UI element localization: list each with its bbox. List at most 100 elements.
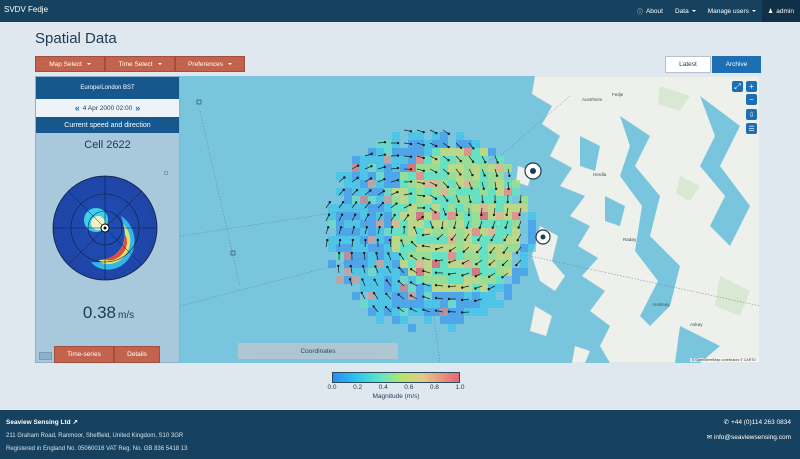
- velocity-cell: [480, 204, 488, 212]
- zoom-in-button[interactable]: +: [746, 81, 757, 92]
- map-attribution[interactable]: © OpenStreetMap contributors © CARTO: [689, 358, 758, 362]
- nav-user-menu[interactable]: ♟ admin: [761, 0, 800, 22]
- velocity-cell: [512, 212, 520, 220]
- velocity-cell: [368, 180, 376, 188]
- colorbar-ticks: 0.0 0.2 0.4 0.6 0.8 1.0: [327, 383, 464, 393]
- layers-icon[interactable]: ☰: [746, 123, 757, 134]
- velocity-arrow-head: [515, 251, 519, 254]
- velocity-arrow-head: [398, 253, 402, 256]
- velocity-cell: [344, 228, 352, 236]
- next-time-icon[interactable]: »: [132, 103, 143, 113]
- velocity-cell: [432, 188, 440, 196]
- latest-button[interactable]: Latest: [665, 56, 711, 73]
- velocity-cell: [424, 244, 432, 252]
- velocity-cell: [472, 140, 480, 148]
- velocity-cell: [408, 300, 416, 308]
- nav-items: ⓘ About Data Manage users ♟ admin: [631, 0, 800, 22]
- velocity-arrow-head: [481, 200, 484, 204]
- download-icon[interactable]: ⇩: [746, 109, 757, 120]
- velocity-cell: [400, 156, 408, 164]
- velocity-cell: [432, 148, 440, 156]
- velocity-cell: [400, 180, 408, 188]
- colorbar-gradient: [332, 372, 460, 383]
- velocity-cell: [392, 276, 400, 284]
- preferences-label: Preferences: [187, 60, 224, 68]
- velocity-cell: [424, 212, 432, 220]
- velocity-cell: [488, 300, 496, 308]
- velocity-cell: [440, 260, 448, 268]
- velocity-cell: [480, 148, 488, 156]
- app-brand[interactable]: SVDV Fedje: [4, 5, 48, 14]
- velocity-cell: [400, 284, 408, 292]
- velocity-field: [328, 132, 536, 332]
- info-panel: Europe/London BST « 4 Apr 2000 02:00 » C…: [35, 76, 180, 363]
- velocity-arrow-head: [459, 146, 463, 150]
- footer-email[interactable]: ✉ info@seaviewsensing.com: [707, 433, 791, 441]
- velocity-cell: [344, 212, 352, 220]
- velocity-cell: [520, 268, 528, 276]
- velocity-arrow-head: [409, 281, 413, 284]
- velocity-cell: [352, 268, 360, 276]
- footer-company[interactable]: Seaview Sensing Ltd ↗: [6, 418, 78, 426]
- velocity-arrow-head: [435, 157, 438, 161]
- radar-station-north[interactable]: [524, 162, 542, 180]
- velocity-cell: [408, 188, 416, 196]
- velocity-arrow-head: [367, 213, 370, 217]
- timeseries-button[interactable]: Time-series: [54, 346, 114, 363]
- velocity-arrow-head: [447, 285, 451, 288]
- velocity-arrow-head: [496, 161, 499, 164]
- velocity-arrow-head: [382, 189, 386, 193]
- nav-data-label: Data: [674, 7, 689, 15]
- velocity-arrow-head: [360, 291, 363, 295]
- archive-button[interactable]: Archive: [712, 56, 761, 73]
- velocity-cell: [472, 164, 480, 172]
- velocity-arrow-head: [434, 197, 438, 200]
- radar-station-south[interactable]: [535, 229, 551, 245]
- navbar: SVDV Fedje ⓘ About Data Manage users ♟ a…: [0, 0, 800, 22]
- velocity-cell: [456, 172, 464, 180]
- velocity-cell: [384, 212, 392, 220]
- velocity-arrow-head: [434, 284, 438, 287]
- time-select-dropdown[interactable]: Time Select: [105, 56, 175, 72]
- velocity-arrow-head: [446, 199, 449, 202]
- nav-data-dropdown[interactable]: Data: [669, 0, 702, 22]
- map-select-dropdown[interactable]: Map Select: [35, 56, 105, 72]
- velocity-arrow-head: [339, 226, 343, 229]
- velocity-cell: [400, 244, 408, 252]
- velocity-arrow-head: [434, 309, 438, 312]
- velocity-arrow-head: [487, 275, 491, 279]
- polar-centre-dot: [103, 226, 107, 230]
- velocity-cell: [504, 292, 512, 300]
- velocity-arrow-head: [434, 184, 438, 187]
- grid-icon[interactable]: [39, 352, 52, 360]
- details-button[interactable]: Details: [114, 346, 160, 363]
- info-circle-icon: ⓘ: [636, 9, 643, 16]
- preferences-dropdown[interactable]: Preferences: [175, 56, 245, 72]
- velocity-cell: [392, 308, 400, 316]
- velocity-cell: [416, 284, 424, 292]
- velocity-arrow-head: [422, 182, 426, 185]
- velocity-cell: [384, 204, 392, 212]
- previous-time-icon[interactable]: «: [72, 103, 83, 113]
- zoom-out-button[interactable]: −: [746, 94, 757, 105]
- velocity-cell: [496, 236, 504, 244]
- velocity-arrow-head: [422, 194, 426, 198]
- velocity-cell: [496, 244, 504, 252]
- velocity-cell: [392, 212, 400, 220]
- velocity-arrow-head: [474, 275, 477, 278]
- map-canvas[interactable]: Austrheim Fedje Radøy Holsnøy Herdla Ask…: [180, 76, 760, 363]
- velocity-cell: [448, 164, 456, 172]
- velocity-cell: [464, 284, 472, 292]
- expand-icon[interactable]: [164, 171, 168, 175]
- velocity-arrow-head: [387, 252, 390, 255]
- velocity-arrow-head: [369, 189, 372, 192]
- velocity-arrow-head: [326, 238, 329, 242]
- map-view[interactable]: Austrheim Fedje Radøy Holsnøy Herdla Ask…: [180, 76, 760, 363]
- velocity-cell: [520, 252, 528, 260]
- fullscreen-icon[interactable]: ⤢: [732, 81, 743, 92]
- velocity-cell: [376, 276, 384, 284]
- nav-about[interactable]: ⓘ About: [631, 0, 669, 22]
- nav-manage-users-dropdown[interactable]: Manage users: [702, 0, 762, 22]
- velocity-cell: [464, 212, 472, 220]
- velocity-cell: [432, 300, 440, 308]
